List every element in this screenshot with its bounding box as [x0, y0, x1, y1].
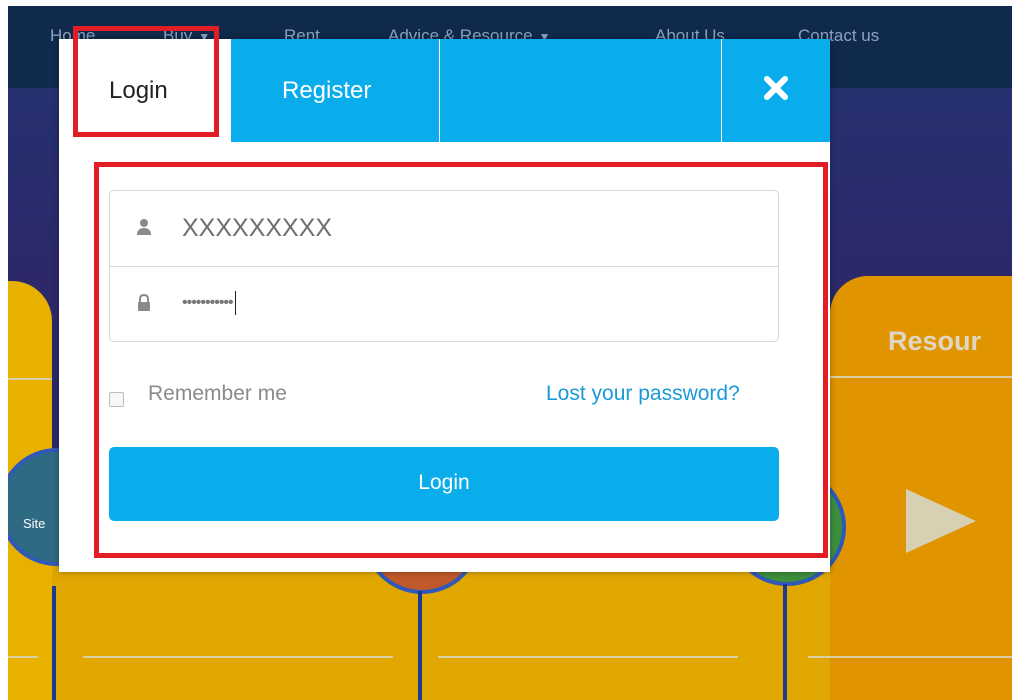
section-heading: Resour — [888, 326, 982, 356]
timeline-pin — [52, 586, 56, 700]
timeline-pin — [418, 591, 422, 700]
background-divider — [83, 656, 393, 658]
highlight-box — [94, 162, 828, 558]
close-button[interactable] — [722, 39, 830, 142]
background-divider — [8, 378, 52, 380]
page-canvas: Home Buy ▼ Rent Advice & Resource ▼ About … — [8, 6, 1012, 700]
step-label: Site — [23, 516, 46, 531]
background-divider — [808, 656, 1012, 658]
background-divider — [830, 376, 1012, 378]
background-divider — [438, 656, 738, 658]
close-icon — [764, 76, 788, 100]
arrow-icon — [906, 489, 976, 553]
timeline-pin — [783, 584, 787, 700]
highlight-box — [73, 26, 219, 137]
tab-register[interactable]: Register — [231, 39, 439, 142]
tab-register-label: Register — [282, 77, 372, 104]
background-divider — [8, 656, 38, 658]
tabbar-spacer — [440, 39, 721, 142]
